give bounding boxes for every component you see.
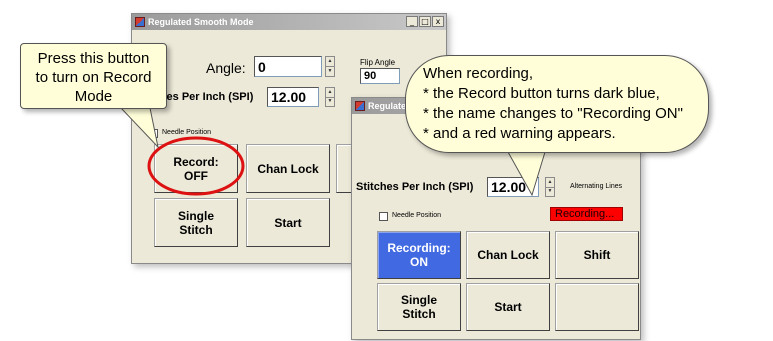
callout-right-line-4: * and a red warning appears. <box>423 125 616 142</box>
callout-right-line-1: When recording, <box>423 65 534 82</box>
callout-right-line-2: * the Record button turns dark blue, <box>423 85 660 102</box>
callout-right: When recording, * the Record button turn… <box>405 55 709 153</box>
callout-right-tail <box>507 151 546 197</box>
callout-right-line-3: * the name changes to "Recording ON" <box>423 105 683 122</box>
